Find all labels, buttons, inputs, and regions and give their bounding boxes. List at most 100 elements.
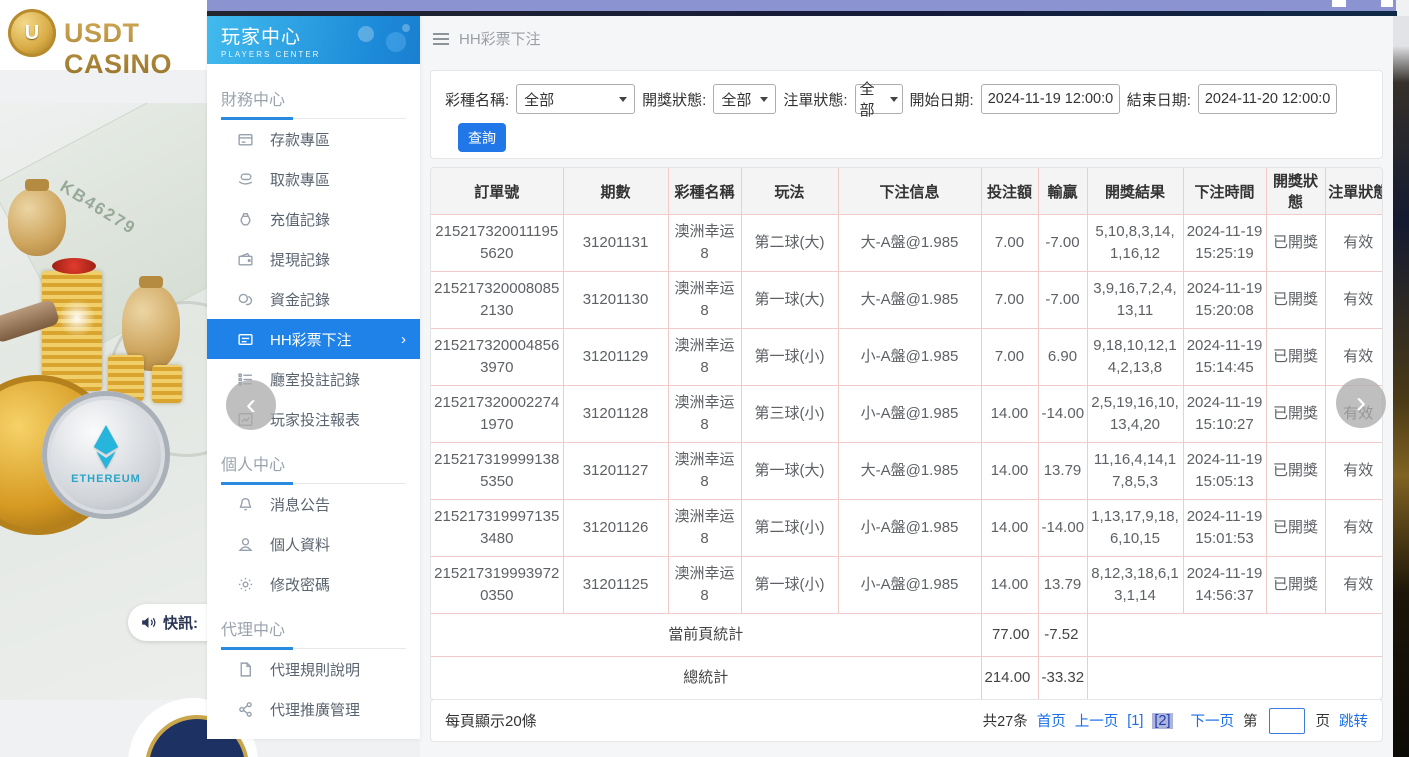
page-jump-input[interactable]	[1269, 708, 1305, 734]
table-cell: 第一球(小)	[741, 557, 838, 614]
table-cell: 2152173199971353480	[431, 500, 563, 557]
table-cell: 2152173199991385350	[431, 443, 563, 500]
table-cell: 第二球(大)	[741, 215, 838, 272]
start-date-input[interactable]	[981, 84, 1120, 114]
summary-bet-total: 214.00	[981, 657, 1038, 700]
table-cell: 14.00	[981, 443, 1038, 500]
column-header: 期數	[563, 168, 668, 215]
wallet-icon	[237, 251, 254, 268]
pagination-bar: 每頁顯示20條 共27条 首页 上一页 [1][2] 下一页 第 页 跳转	[430, 699, 1383, 742]
table-cell: 已開獎	[1266, 500, 1325, 557]
sidebar-item-label: 充值記錄	[270, 209, 330, 230]
page: U USDT CASINO KB46279 B ETHEREUM	[0, 0, 1409, 757]
next-page-link[interactable]: 下一页	[1191, 710, 1235, 731]
table-cell: 2024-11-19 15:01:53	[1183, 500, 1266, 557]
pager: 共27条 首页 上一页 [1][2] 下一页 第 页 跳转	[983, 708, 1368, 734]
table-cell: 31201126	[563, 500, 668, 557]
summary-bet-total: 77.00	[981, 614, 1038, 657]
news-ticker-label: 快訊:	[163, 612, 198, 633]
table-cell: 2024-11-19 15:10:27	[1183, 386, 1266, 443]
sparkle-graphic	[58, 299, 96, 337]
sidebar-item[interactable]: 存款專區	[207, 119, 420, 159]
jump-suffix-text: 页	[1316, 710, 1331, 731]
table-row: 215217320004856397031201129澳洲幸运8第一球(小)小-…	[431, 329, 1383, 386]
table-cell: 第一球(大)	[741, 272, 838, 329]
table-cell: 有效	[1325, 329, 1383, 386]
jump-button[interactable]: 跳转	[1339, 710, 1368, 731]
search-button[interactable]: 查詢	[458, 123, 506, 152]
column-header: 彩種名稱	[668, 168, 741, 215]
table-cell: 2024-11-19 15:05:13	[1183, 443, 1266, 500]
table-cell: -7.00	[1038, 272, 1087, 329]
sidebar-item[interactable]: 代理推廣管理	[207, 689, 420, 729]
withdraw-hand-icon	[237, 171, 254, 188]
sidebar-section-label: 財務中心	[221, 86, 406, 119]
page-number-link[interactable]: [1]	[1127, 713, 1143, 729]
brand-coin-icon: U	[8, 9, 56, 57]
sidebar-item-label: 資金記錄	[270, 289, 330, 310]
table-cell: 有效	[1325, 272, 1383, 329]
page-title: HH彩票下注	[459, 28, 541, 49]
table-cell: 第三球(小)	[741, 386, 838, 443]
page-size-text: 每頁顯示20條	[445, 710, 537, 731]
prev-page-link[interactable]: 上一页	[1075, 710, 1119, 731]
slider-prev-button[interactable]: ‹	[226, 380, 276, 430]
sidebar-item[interactable]: 修改密碼	[207, 564, 420, 604]
summary-empty	[1087, 657, 1383, 700]
sidebar-item[interactable]: HH彩票下注›	[207, 319, 420, 359]
summary-label: 總統計	[431, 657, 981, 700]
lottery-icon	[237, 331, 254, 348]
column-header: 下注信息	[838, 168, 981, 215]
table-cell: -7.00	[1038, 215, 1087, 272]
sidebar-item-label: 提現記錄	[270, 249, 330, 270]
lottery-name-select[interactable]: 全部	[516, 84, 635, 114]
table-cell: 2024-11-19 15:20:08	[1183, 272, 1266, 329]
sidebar-item[interactable]: 個人資料	[207, 524, 420, 564]
speaker-icon	[140, 614, 157, 631]
draw-status-select[interactable]: 全部	[713, 84, 776, 114]
sidebar-item[interactable]: 消息公告	[207, 484, 420, 524]
table-cell: 9,18,10,12,14,2,13,8	[1087, 329, 1183, 386]
sidebar-item[interactable]: 取款專區	[207, 159, 420, 199]
table-cell: 3,9,16,7,2,4,13,11	[1087, 272, 1183, 329]
sidebar-item[interactable]: 資金記錄	[207, 279, 420, 319]
sidebar: 玩家中心 PLAYERS CENTER 財務中心存款專區取款專區充值記錄提現記錄…	[207, 16, 420, 739]
slider-next-button[interactable]: ›	[1336, 378, 1386, 428]
chevron-down-icon	[890, 97, 898, 102]
table-row: 215217319997135348031201126澳洲幸运8第二球(小)小-…	[431, 500, 1383, 557]
sidebar-item[interactable]: 代理規則說明	[207, 649, 420, 689]
table-cell: 澳洲幸运8	[668, 386, 741, 443]
sidebar-item-label: 代理推廣管理	[270, 699, 360, 720]
table-cell: 已開獎	[1266, 443, 1325, 500]
table-cell: 14.00	[981, 386, 1038, 443]
table-row: 215217319993972035031201125澳洲幸运8第一球(小)小-…	[431, 557, 1383, 614]
table-cell: 31201130	[563, 272, 668, 329]
table-cell: 小-A盤@1.985	[838, 386, 981, 443]
table-cell: 2152173200080852130	[431, 272, 563, 329]
table-cell: 2152173200048563970	[431, 329, 563, 386]
first-page-link[interactable]: 首页	[1037, 710, 1066, 731]
column-header: 訂單號	[431, 168, 563, 215]
sidebar-item-label: 消息公告	[270, 494, 330, 515]
page-number-link[interactable]: [2]	[1152, 713, 1172, 729]
table-cell: 14.00	[981, 500, 1038, 557]
end-date-input[interactable]	[1198, 84, 1337, 114]
summary-empty	[1087, 614, 1383, 657]
sidebar-item-label: 玩家投注報表	[270, 409, 360, 430]
order-status-select[interactable]: 全部	[855, 84, 903, 114]
sidebar-item-label: 存款專區	[270, 129, 330, 150]
sidebar-item[interactable]: 提現記錄	[207, 239, 420, 279]
table-cell: 有效	[1325, 557, 1383, 614]
table-cell: 6.90	[1038, 329, 1087, 386]
moneybag-graphic	[8, 188, 66, 256]
menu-toggle-icon[interactable]	[433, 33, 449, 45]
sidebar-item[interactable]: 充值記錄	[207, 199, 420, 239]
table-cell: 已開獎	[1266, 386, 1325, 443]
table-cell: 已開獎	[1266, 215, 1325, 272]
chevron-right-icon: ›	[401, 331, 406, 348]
table-cell: 有效	[1325, 215, 1383, 272]
table-cell: 澳洲幸运8	[668, 215, 741, 272]
document-icon	[237, 661, 254, 678]
filter-panel: 彩種名稱: 全部 開獎狀態: 全部 注單狀態: 全部 開始日期: 結束日期: 查…	[430, 70, 1383, 159]
table-cell: 澳洲幸运8	[668, 329, 741, 386]
